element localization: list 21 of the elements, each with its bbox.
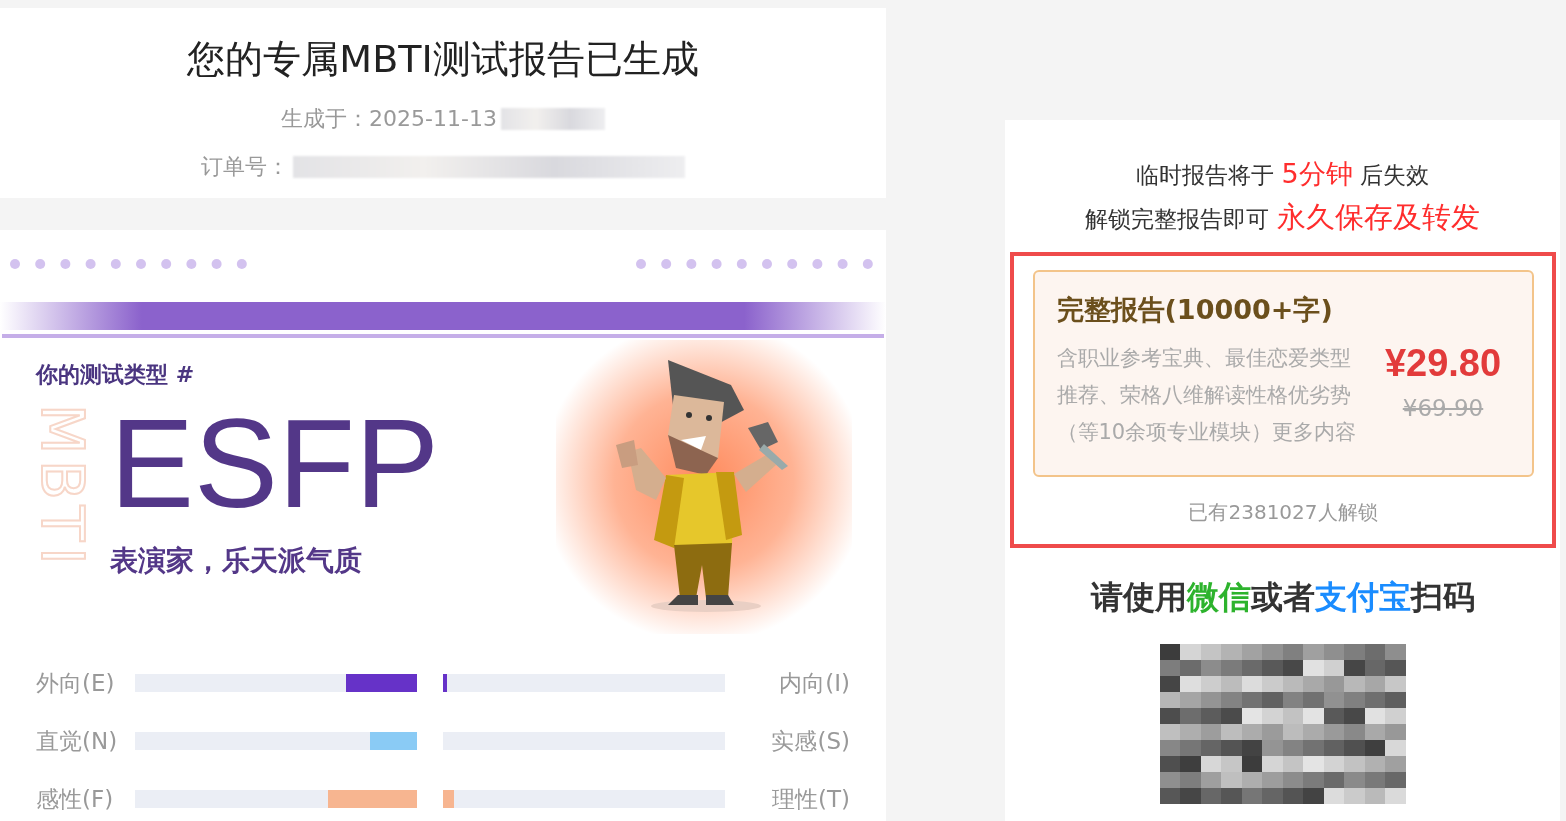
order-number-label: 订单号： [201,153,289,181]
type-code: ESFP [110,404,440,524]
unlock-count: 已有2381027人解锁 [1187,499,1379,526]
type-heading: 你的测试类型 # [36,361,196,389]
type-nickname: 表演家，乐天派气质 [110,543,363,579]
trait-label: 理性(T) [771,784,850,814]
trait-label: 直觉(N) [36,726,119,756]
original-price: ¥69.90 [1402,395,1484,421]
report-title: 您的专属MBTI测试报告已生成 [187,36,699,83]
trait-label: 实感(S) [770,726,850,756]
offer-description: 含职业参考宝典、最佳恋爱类型推荐、荣格八维解读性格优劣势（等10余项专业模块）更多内容 [1056,345,1358,446]
payment-instruction: 请使用微信或者支付宝扫码 [1090,577,1475,618]
offer-title: 完整报告(10000+字) [1056,293,1334,327]
expiry-notice: 临时报告将于 5分钟 后失效 [1136,157,1429,191]
full-report-offer[interactable]: 完整报告(10000+字) 含职业参考宝典、最佳恋爱类型推荐、荣格八维解读性格优劣势（等10余项专业模块）更多内容 ¥29.80 ¥69.90 [1032,270,1534,477]
expiry-notice: 解锁完整报告即可 永久保存及转发 [1085,199,1480,236]
trait-label: 内向(I) [778,668,850,698]
trait-label: 感性(F) [36,784,115,814]
generated-date: 生成于：2025-11-13 [281,105,497,133]
trait-label: 外向(E) [36,668,116,698]
offer-price: ¥29.80 [1384,342,1502,385]
